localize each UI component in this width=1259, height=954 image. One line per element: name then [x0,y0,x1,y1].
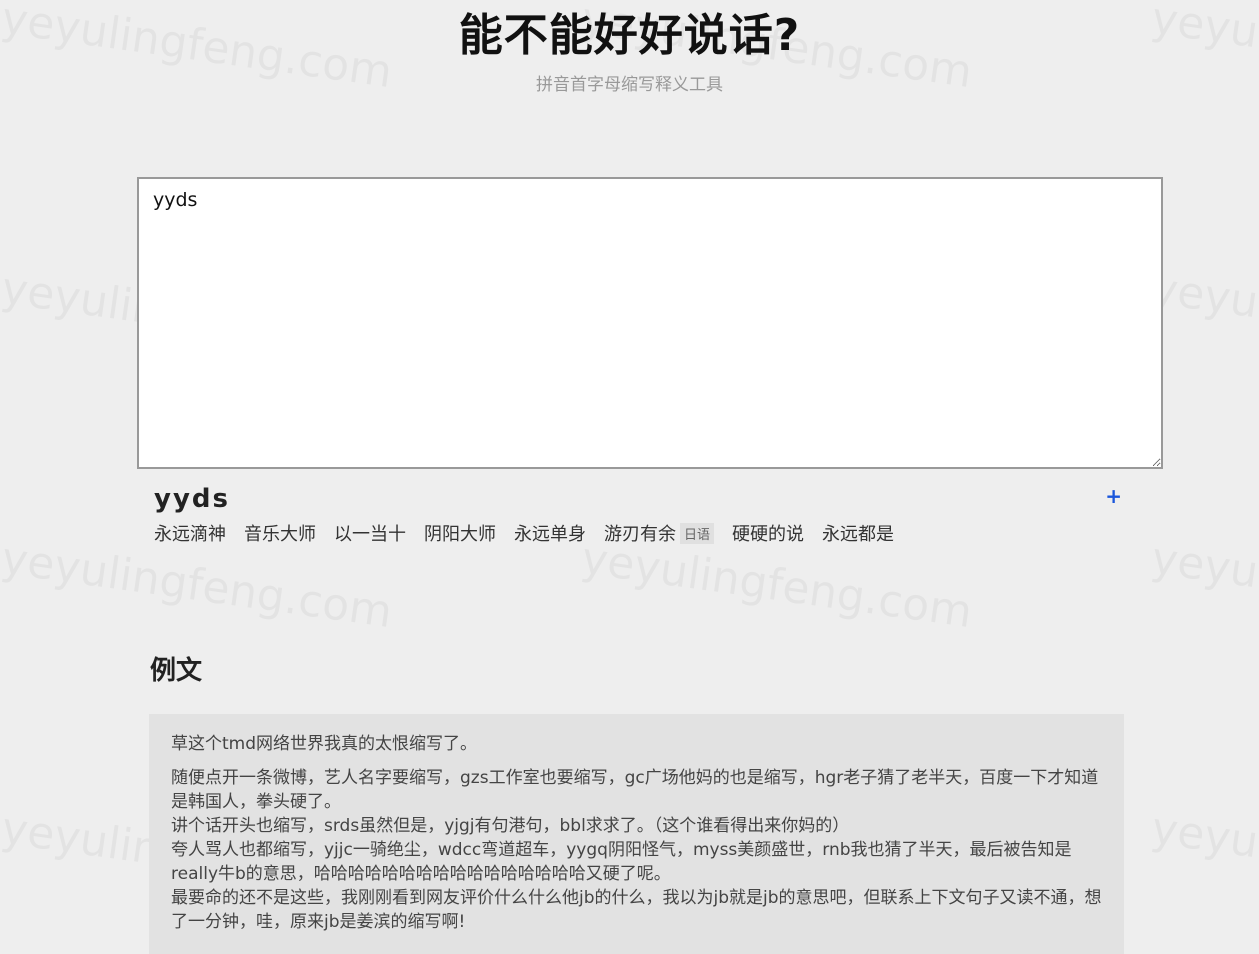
result-card: yyds + 永远滴神 音乐大师 以一当十 阴阳大师 永远单身 游刃有余日语 硬… [154,484,1126,546]
meaning-item[interactable]: 硬硬的说 [732,520,804,546]
example-line: 最要命的还不是这些，我刚刚看到网友评价什么什么他jb的什么，我以为jb就是jb的… [171,886,1102,934]
meaning-item[interactable]: 音乐大师 [244,520,316,546]
example-line: 随便点开一条微博，艺人名字要缩写，gzs工作室也要缩写，gc广场他妈的也是缩写，… [171,766,1102,814]
meaning-text: 阴阳大师 [424,520,496,546]
meaning-item[interactable]: 永远都是 [822,520,894,546]
example-paragraph: 草这个tmd网络世界我真的太恨缩写了。 [171,732,1102,756]
meaning-text: 音乐大师 [244,520,316,546]
meaning-item[interactable]: 以一当十 [334,520,406,546]
language-tag: 日语 [680,523,714,544]
page-title: 能不能好好说话? [0,8,1259,64]
meaning-item[interactable]: 永远单身 [514,520,586,546]
page-header: 能不能好好说话? 拼音首字母缩写释义工具 [0,0,1259,95]
watermark-text: yeyulingfeng.com [578,533,975,638]
watermark-text: yeyulingfeng.com [1148,533,1259,638]
meaning-text: 永远单身 [514,520,586,546]
meaning-item[interactable]: 游刃有余日语 [604,520,714,546]
watermark-text: yeyulingfeng.com [1148,263,1259,368]
watermark-text: yeyulingfeng.com [0,533,395,638]
example-text-box: 草这个tmd网络世界我真的太恨缩写了。 随便点开一条微博，艺人名字要缩写，gzs… [149,714,1124,954]
example-paragraph: 随便点开一条微博，艺人名字要缩写，gzs工作室也要缩写，gc广场他妈的也是缩写，… [171,766,1102,934]
meaning-list: 永远滴神 音乐大师 以一当十 阴阳大师 永远单身 游刃有余日语 硬硬的说 永远都… [154,520,1126,546]
example-line: 夸人骂人也都缩写，yjjc一骑绝尘，wdcc弯道超车，yygq阴阳怪气，myss… [171,838,1102,886]
meaning-item[interactable]: 阴阳大师 [424,520,496,546]
page-subtitle: 拼音首字母缩写释义工具 [0,70,1259,95]
watermark-text: yeyulingfeng.com [1148,803,1259,908]
result-word: yyds [154,484,1126,514]
meaning-text: 游刃有余 [604,520,676,546]
meaning-text: 永远都是 [822,520,894,546]
meaning-text: 以一当十 [334,520,406,546]
example-line: 讲个话开头也缩写，srds虽然但是，yjgj有句港句，bbl求求了。（这个谁看得… [171,814,1102,838]
meaning-text: 永远滴神 [154,520,226,546]
meaning-item[interactable]: 永远滴神 [154,520,226,546]
abbreviation-input[interactable]: yyds [137,177,1163,469]
example-heading: 例文 [150,650,202,687]
meaning-text: 硬硬的说 [732,520,804,546]
add-meaning-button[interactable]: + [1105,484,1122,508]
